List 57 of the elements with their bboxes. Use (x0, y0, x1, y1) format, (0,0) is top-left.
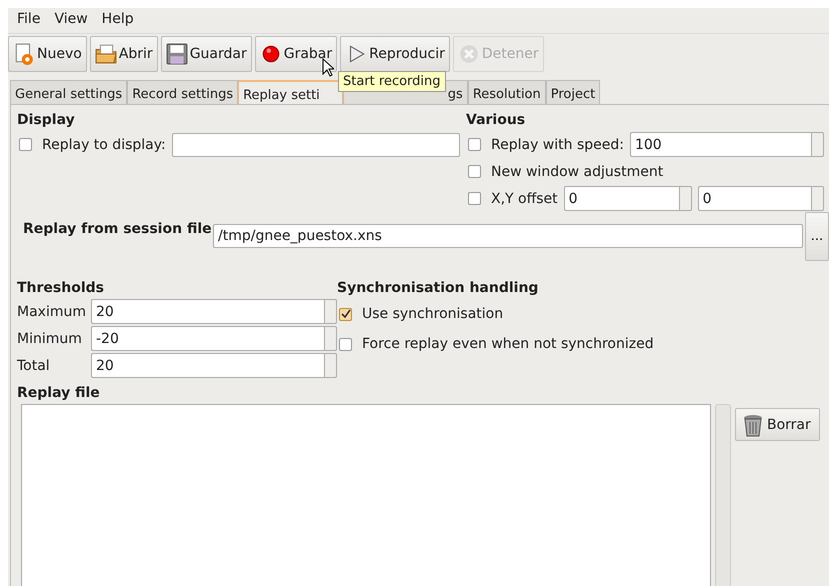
field-label: Total (17, 358, 51, 374)
option-label: New window adjustment (491, 164, 664, 180)
field-label: Minimum (17, 330, 83, 346)
toolbar-button[interactable]: Reproducir (340, 36, 450, 72)
checkbox[interactable] (468, 192, 481, 205)
spin-field[interactable]: -20 (91, 326, 324, 351)
checkbox[interactable] (468, 165, 481, 178)
checkbox[interactable] (468, 138, 481, 151)
spin-buttons[interactable] (678, 186, 692, 211)
session-file-field[interactable]: /tmp/gnee_puestox.xns (213, 224, 803, 248)
stop-icon (458, 43, 480, 65)
spin-field[interactable]: 20 (91, 299, 324, 324)
spin-buttons[interactable] (324, 353, 337, 378)
tab[interactable]: Record settings (127, 80, 238, 104)
toolbar-button[interactable]: Guardar (160, 36, 252, 72)
spin-field[interactable]: 0 (698, 186, 811, 211)
spin-buttons[interactable] (810, 132, 824, 157)
section-heading: Various (466, 111, 526, 130)
option-label: Use synchronisation (362, 306, 504, 322)
scrollbar[interactable] (715, 404, 731, 586)
spin-field[interactable]: 100 (630, 132, 811, 157)
menu-item[interactable]: Help (96, 11, 139, 30)
open-icon (94, 43, 117, 65)
tooltip: Start recording (338, 71, 446, 92)
mouse-pointer-icon (322, 58, 334, 77)
save-icon (166, 43, 188, 65)
field-label: Replay to display: (42, 136, 166, 152)
new-icon (13, 43, 35, 65)
checkbox[interactable] (339, 308, 352, 320)
tab[interactable]: Project (546, 80, 600, 104)
section-heading: Replay file (17, 384, 101, 403)
spin-field[interactable]: 0 (564, 186, 679, 211)
checkbox[interactable] (339, 338, 352, 350)
checkbox[interactable] (19, 138, 32, 151)
display-field[interactable] (172, 132, 460, 156)
toolbar-button[interactable]: Nuevo (8, 36, 87, 72)
menu-item[interactable]: File (12, 11, 46, 30)
spin-buttons[interactable] (324, 326, 337, 351)
spin-buttons[interactable] (810, 186, 824, 211)
clear-button[interactable]: Borrar (735, 408, 820, 441)
menu-item[interactable]: View (49, 11, 93, 30)
section-heading: Display (17, 111, 76, 130)
field-label: Maximum (17, 304, 87, 320)
section-heading: Replay from session file (22, 220, 213, 239)
option-label: X,Y offset (491, 190, 558, 206)
option-label: Force replay even when not synchronized (362, 336, 654, 352)
tab[interactable]: Replay setti (238, 80, 343, 104)
toolbar-button[interactable]: Grabar (254, 36, 338, 72)
option-label: Replay with speed: (491, 136, 624, 152)
tab[interactable]: Resolution (468, 80, 546, 104)
trash-can-icon (742, 412, 764, 436)
section-heading: Thresholds (17, 279, 105, 298)
section-heading: Synchronisation handling (337, 279, 540, 298)
spin-field[interactable]: 20 (91, 353, 324, 378)
browse-button[interactable]: ... (805, 212, 829, 261)
toolbar-button[interactable]: Abrir (90, 36, 158, 72)
tab[interactable]: General settings (10, 80, 128, 104)
